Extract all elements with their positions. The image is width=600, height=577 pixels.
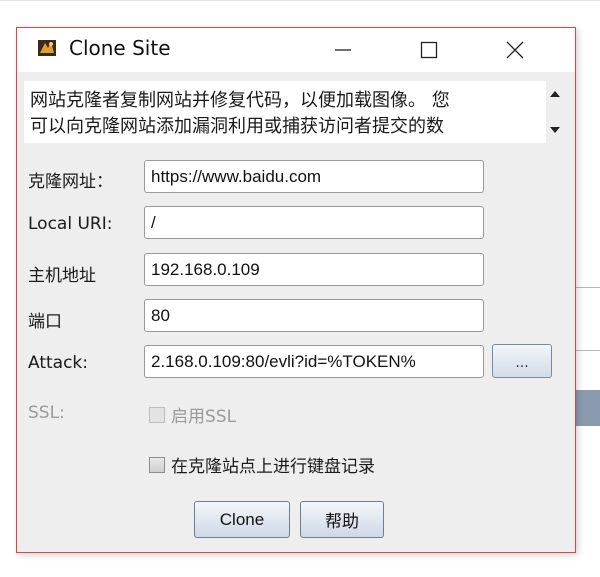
arrow-up-icon — [550, 91, 560, 97]
background-divider — [576, 287, 600, 288]
app-icon — [37, 38, 57, 58]
attack-label: Attack: — [28, 353, 88, 373]
description-text-area[interactable]: 网站克隆者复制网站并修复代码，以便加载图像。 您 可以向克隆网站添加漏洞利用或捕… — [24, 81, 546, 143]
clone-site-dialog: Clone Site 网站克隆者复制网站并修复代码，以便加载图像。 您 可以向克… — [16, 27, 576, 553]
attack-url-input[interactable] — [144, 345, 484, 378]
scroll-up-button[interactable] — [547, 83, 563, 105]
background-divider — [576, 350, 600, 351]
minimize-button[interactable] — [311, 28, 375, 72]
enable-ssl-checkbox[interactable] — [149, 406, 165, 423]
enable-ssl-checkbox-row[interactable]: 启用SSL — [149, 402, 236, 427]
title-bar[interactable]: Clone Site — [17, 28, 575, 72]
keylog-label: 在克隆站点上进行键盘记录 — [171, 457, 375, 477]
description-line: 可以向克隆网站添加漏洞利用或捕获访问者提交的数 — [30, 116, 444, 137]
close-button[interactable] — [483, 28, 547, 72]
background-window-fragment — [576, 390, 600, 426]
description-line: 网站克隆者复制网站并修复代码，以便加载图像。 您 — [30, 90, 450, 111]
keylog-checkbox-row[interactable]: 在克隆站点上进行键盘记录 — [149, 452, 375, 477]
close-icon — [506, 41, 524, 59]
enable-ssl-label: 启用SSL — [171, 407, 237, 427]
window-title: Clone Site — [69, 36, 171, 60]
port-input[interactable] — [144, 299, 484, 332]
clone-url-input[interactable] — [144, 160, 484, 193]
help-button[interactable]: 帮助 — [300, 501, 384, 538]
host-label: 主机地址 — [28, 266, 96, 286]
local-uri-label: Local URI: — [28, 214, 113, 234]
ssl-label: SSL: — [28, 403, 65, 423]
arrow-down-icon — [550, 127, 560, 133]
maximize-button[interactable] — [397, 28, 461, 72]
minimize-icon — [335, 49, 351, 51]
keylog-checkbox[interactable] — [149, 456, 165, 473]
scroll-down-button[interactable] — [547, 119, 563, 141]
port-label: 端口 — [28, 312, 62, 332]
background-divider — [0, 0, 600, 1]
browse-attack-button[interactable]: ... — [492, 344, 552, 378]
clone-url-label: 克隆网址： — [28, 172, 113, 192]
clone-button[interactable]: Clone — [194, 501, 290, 538]
maximize-icon — [420, 41, 438, 59]
description-scrollbar[interactable] — [546, 81, 564, 143]
host-input[interactable] — [144, 253, 484, 286]
local-uri-input[interactable] — [144, 206, 484, 239]
